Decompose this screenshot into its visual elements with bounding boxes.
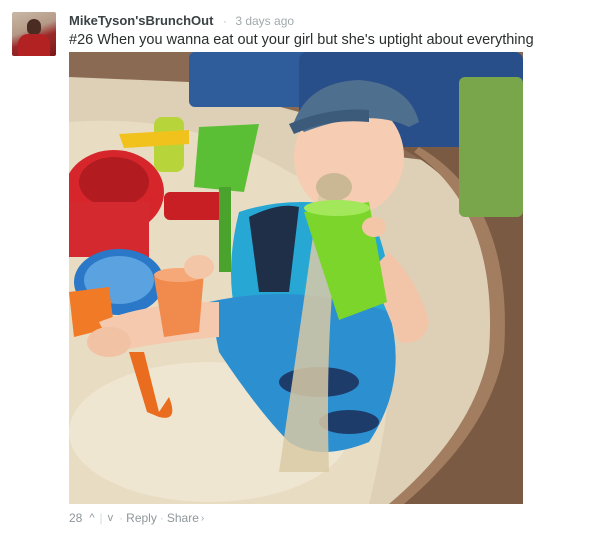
username-link[interactable]: MikeTyson'sBrunchOut xyxy=(69,13,213,28)
comment-text: #26 When you wanna eat out your girl but… xyxy=(69,32,534,48)
comment-image[interactable] xyxy=(69,52,523,504)
reply-button[interactable]: Reply xyxy=(126,511,157,525)
user-avatar[interactable] xyxy=(12,12,56,56)
upvote-icon[interactable]: ^ xyxy=(86,512,97,524)
footer-separator-2: · xyxy=(159,511,164,525)
avatar-body xyxy=(18,34,50,56)
header-separator: · xyxy=(222,14,227,28)
comment-post: MikeTyson'sBrunchOut · 3 days ago #26 Wh… xyxy=(0,0,600,539)
footer-separator-1: · xyxy=(119,511,124,525)
avatar-head xyxy=(27,19,41,35)
comment-footer: 28 ^ | v · Reply · Share › xyxy=(69,511,204,525)
timestamp-link[interactable]: 3 days ago xyxy=(235,14,294,28)
share-button[interactable]: Share xyxy=(167,511,199,525)
vote-divider: | xyxy=(99,511,103,525)
vote-count: 28 xyxy=(69,511,83,525)
downvote-icon[interactable]: v xyxy=(105,512,117,524)
share-chevron-icon: › xyxy=(200,512,205,524)
baby-sandbox-photo xyxy=(69,52,523,504)
comment-header: MikeTyson'sBrunchOut · 3 days ago xyxy=(69,12,294,28)
